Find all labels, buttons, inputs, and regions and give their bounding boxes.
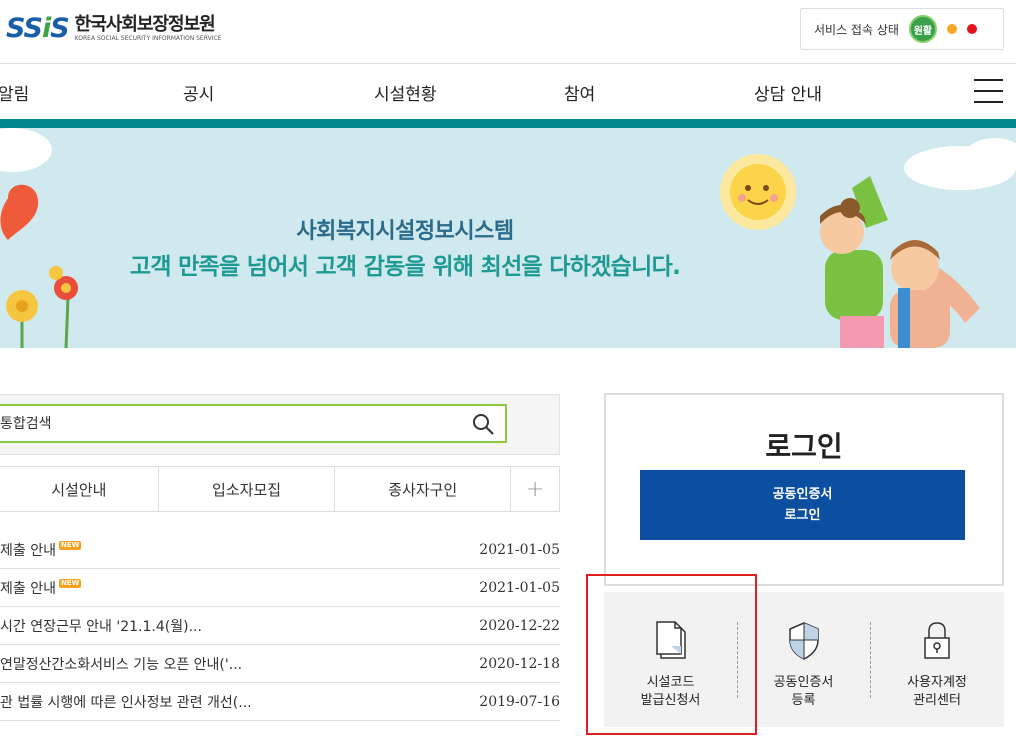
lock-icon xyxy=(924,622,950,659)
nav-divider xyxy=(0,63,1016,64)
account-management-link[interactable]: 사용자계정 관리센터 xyxy=(870,592,1004,727)
logo-mark: SSiS xyxy=(6,13,70,44)
list-item[interactable]: 제출 안내 NEW 2021-01-05 xyxy=(0,531,560,569)
status-error-dot xyxy=(966,24,977,34)
logo-title: 한국사회보장정보원 xyxy=(74,14,216,35)
notice-title: 제출 안내 xyxy=(0,580,56,597)
nav-item-disclosure[interactable]: 공시 xyxy=(183,80,214,105)
new-badge: NEW xyxy=(58,579,82,588)
notice-date: 2021-01-05 xyxy=(479,541,560,558)
search-box xyxy=(0,404,507,443)
list-item[interactable]: 제출 안내 NEW 2021-01-05 xyxy=(0,569,560,607)
list-item[interactable]: 시간 연장근무 안내 '21.1.4(월)... 2020-12-22 xyxy=(0,607,560,645)
quick-services: 시설코드 발급신청서 공동인증서 등록 사용자계정 관리센터 xyxy=(604,592,1004,727)
board-tabs: 시설안내 입소자모집 종사자구인 + xyxy=(0,466,560,512)
nav-item-consultation[interactable]: 상담 안내 xyxy=(754,80,822,105)
tab-staff-recruitment[interactable]: 종사자구인 xyxy=(335,467,512,511)
status-warning-dot xyxy=(946,24,957,34)
document-icon xyxy=(655,621,686,659)
more-tabs-button[interactable]: + xyxy=(511,467,559,511)
banner-slogan: 고객 만족을 넘어서 고객 감동을 위해 최선을 다하겠습니다. xyxy=(129,254,681,280)
site-logo[interactable]: SSiS 한국사회보장정보원 KOREA SOCIAL SECURITY INF… xyxy=(6,14,221,44)
shield-icon xyxy=(788,622,819,660)
login-panel: 로그인 공동인증서 로그인 xyxy=(604,393,1004,586)
tab-facility-info[interactable]: 시설안내 xyxy=(0,467,159,511)
notice-date: 2020-12-18 xyxy=(479,655,560,672)
search-input[interactable] xyxy=(0,406,450,441)
notice-title: 제출 안내 xyxy=(0,542,56,559)
service-label: 시설코드 발급신청서 xyxy=(640,675,701,708)
main-banner: 사회복지시설정보시스템 고객 만족을 넘어서 고객 감동을 위해 최선을 다하겠… xyxy=(0,128,1016,348)
login-title: 로그인 xyxy=(765,430,843,463)
service-status-label: 서비스 접속 상태 xyxy=(814,22,899,37)
notice-date: 2020-12-22 xyxy=(479,617,560,634)
nav-item-notice[interactable]: 알림 xyxy=(0,80,29,105)
notice-date: 2019-07-16 xyxy=(479,693,560,710)
logo-subtitle: KOREA SOCIAL SECURITY INFORMATION SERVIC… xyxy=(74,35,222,42)
list-item[interactable]: 관 법률 시행에 따른 인사정보 관련 개선(... 2019-07-16 xyxy=(0,683,560,721)
notice-title: 관 법률 시행에 따른 인사정보 관련 개선(... xyxy=(0,694,252,711)
new-badge: NEW xyxy=(58,541,82,550)
nav-accent-bar xyxy=(0,119,1016,128)
hamburger-icon[interactable] xyxy=(974,79,1003,103)
notice-title: 연말정산간소화서비스 기능 오픈 안내('... xyxy=(0,656,243,673)
nav-item-facility-status[interactable]: 시설현황 xyxy=(374,80,437,105)
service-label: 사용자계정 관리센터 xyxy=(907,675,967,708)
certificate-registration-link[interactable]: 공동인증서 등록 xyxy=(737,592,870,727)
list-item[interactable]: 연말정산간소화서비스 기능 오픈 안내('... 2020-12-18 xyxy=(0,645,560,683)
children-illustration xyxy=(820,176,980,348)
nav-item-participation[interactable]: 참여 xyxy=(564,80,595,105)
search-icon[interactable] xyxy=(471,412,495,436)
service-label: 공동인증서 등록 xyxy=(773,675,834,708)
service-status-panel: 서비스 접속 상태 원활 xyxy=(800,8,1004,50)
tab-resident-recruitment[interactable]: 입소자모집 xyxy=(159,467,336,511)
notice-date: 2021-01-05 xyxy=(479,579,560,596)
service-status-badge: 원활 xyxy=(908,15,937,43)
banner-title: 사회복지시설정보시스템 xyxy=(296,219,514,244)
certificate-login-button[interactable]: 공동인증서 로그인 xyxy=(640,470,965,540)
facility-code-application-link[interactable]: 시설코드 발급신청서 xyxy=(604,592,737,727)
notice-title: 시간 연장근무 안내 '21.1.4(월)... xyxy=(0,618,202,635)
